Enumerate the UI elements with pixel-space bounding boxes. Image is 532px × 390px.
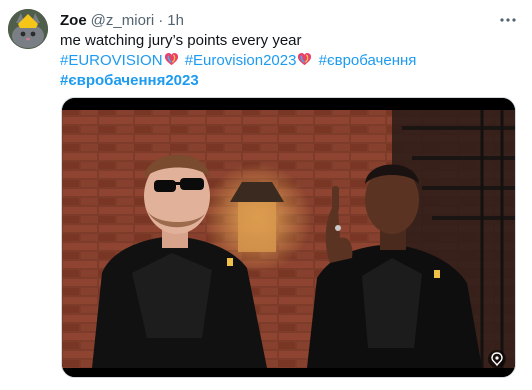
tweet-header: Zoe @z_miori · 1h [60, 11, 184, 29]
separator-dot: · [158, 11, 164, 29]
more-options-button[interactable] [496, 8, 520, 32]
tweet-text: me watching jury’s points every year #EU… [60, 31, 520, 91]
media-badge-icon [488, 350, 506, 368]
tweet-card[interactable]: Zoe @z_miori · 1h me watching jury’s poi… [0, 0, 532, 390]
media-badge-button[interactable] [487, 349, 507, 369]
hashtag-line: #EUROVISION #Eurovision2023 #євробачення [60, 51, 520, 71]
author-name[interactable]: Zoe [60, 12, 87, 29]
hashtag-eurovision2023[interactable]: #Eurovision2023 [185, 52, 297, 69]
avatar[interactable] [8, 9, 48, 49]
tweet-text-line: me watching jury’s points every year [60, 32, 302, 49]
tweet-media-image[interactable] [61, 97, 516, 378]
author-handle[interactable]: @z_miori [91, 12, 155, 29]
more-options-icon [500, 18, 516, 22]
eurovision-heart-icon [164, 52, 178, 66]
hashtag-eurovision[interactable]: #EUROVISION [60, 52, 163, 69]
media-photo [62, 98, 515, 377]
cat-avatar-icon [8, 9, 48, 49]
tweet-timestamp[interactable]: 1h [167, 12, 184, 29]
eurovision-heart-icon [298, 52, 312, 66]
hashtag-line: #євробачення2023 [60, 71, 520, 91]
hashtag-yevrobachennia[interactable]: #євробачення [319, 52, 417, 69]
hashtag-yevrobachennia2023[interactable]: #євробачення2023 [60, 72, 199, 89]
